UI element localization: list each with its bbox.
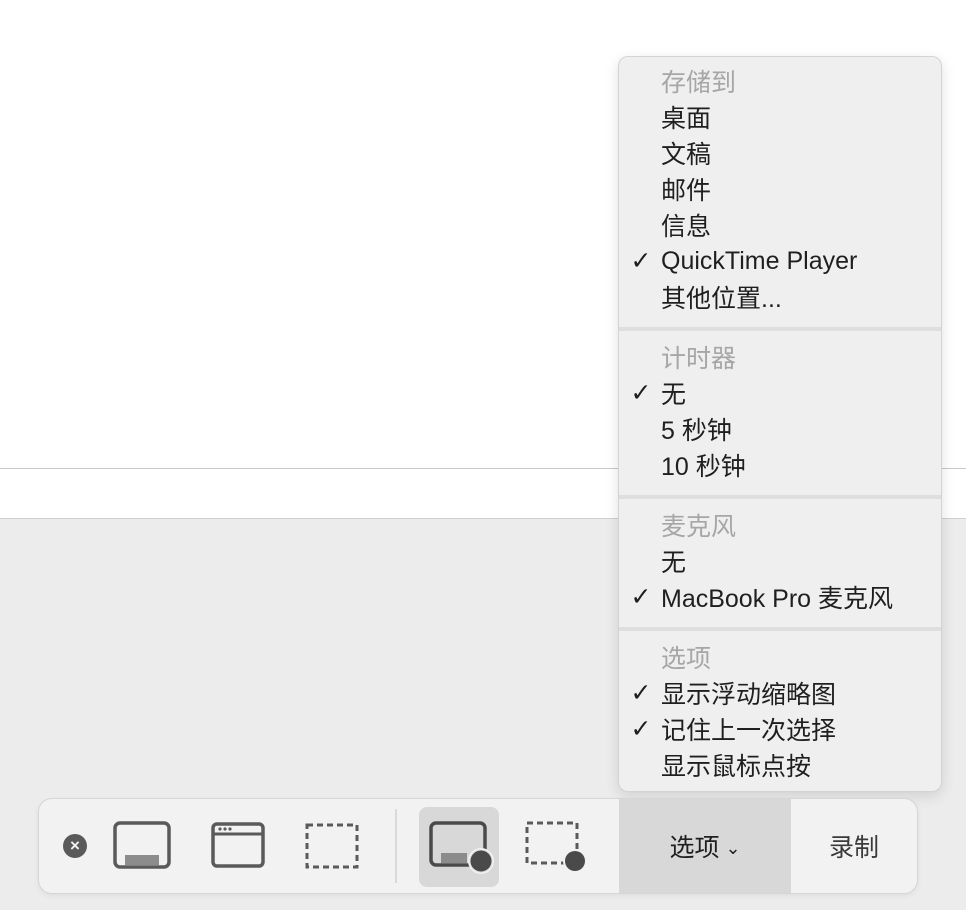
menu-item-label: 10 秒钟	[661, 453, 746, 481]
menu-item-label: 文稿	[661, 141, 712, 169]
menu-item-label: 显示鼠标点按	[661, 753, 812, 781]
menu-item-show-mouse-clicks[interactable]: 显示鼠标点按	[619, 747, 941, 783]
menu-header-options: 选项	[619, 639, 941, 675]
menu-item-timer-none[interactable]: ✓ 无	[619, 375, 941, 411]
menu-header-save-to: 存储到	[619, 63, 941, 99]
menu-header-label: 存储到	[661, 69, 737, 97]
menu-item-desktop[interactable]: 桌面	[619, 99, 941, 135]
menu-item-microphone-none[interactable]: 无	[619, 543, 941, 579]
menu-item-messages[interactable]: 信息	[619, 207, 941, 243]
menu-item-label: 桌面	[661, 105, 712, 133]
menu-item-label: 记住上一次选择	[661, 717, 837, 745]
screenshot-toolbar: × 选项 ⌄ 录制	[38, 798, 918, 894]
menu-item-label: MacBook Pro 麦克风	[661, 585, 894, 613]
menu-separator	[619, 495, 941, 499]
menu-separator	[619, 627, 941, 631]
capture-selection-icon	[305, 823, 359, 869]
menu-item-other-location[interactable]: 其他位置...	[619, 279, 941, 315]
menu-item-macbook-pro-microphone[interactable]: ✓ MacBook Pro 麦克风	[619, 579, 941, 615]
checkmark-icon: ✓	[630, 247, 652, 275]
menu-header-label: 选项	[661, 645, 712, 673]
menu-item-mail[interactable]: 邮件	[619, 171, 941, 207]
menu-item-label: 5 秒钟	[661, 417, 732, 445]
menu-item-label: QuickTime Player	[661, 246, 858, 275]
checkmark-icon: ✓	[630, 715, 652, 743]
capture-selection-button[interactable]	[303, 799, 361, 893]
chevron-down-icon: ⌄	[725, 837, 741, 858]
checkmark-icon: ✓	[630, 679, 652, 707]
menu-item-timer-10s[interactable]: 10 秒钟	[619, 447, 941, 483]
menu-item-label: 无	[661, 381, 687, 409]
menu-separator	[619, 327, 941, 331]
menu-item-quicktime-player[interactable]: ✓ QuickTime Player	[619, 243, 941, 279]
options-button-label: 选项	[669, 834, 720, 862]
capture-window-icon	[211, 822, 265, 868]
menu-item-label: 其他位置...	[661, 285, 782, 313]
checkmark-icon: ✓	[630, 583, 652, 611]
record-button[interactable]: 录制	[791, 799, 917, 893]
menu-item-label: 信息	[661, 213, 712, 241]
capture-entire-screen-button[interactable]	[111, 799, 173, 893]
menu-item-label: 显示浮动缩略图	[661, 681, 837, 709]
options-menu: 存储到 桌面 文稿 邮件 信息 ✓ QuickTime Player 其他位置.…	[618, 56, 942, 792]
close-icon[interactable]: ×	[63, 834, 87, 858]
capture-entire-screen-icon	[113, 821, 171, 869]
capture-window-button[interactable]	[209, 799, 267, 893]
menu-item-label: 邮件	[661, 177, 712, 205]
record-entire-screen-icon	[429, 821, 494, 874]
record-selection-icon	[525, 821, 587, 873]
menu-item-label: 无	[661, 549, 687, 577]
menu-item-timer-5s[interactable]: 5 秒钟	[619, 411, 941, 447]
record-selection-button[interactable]	[525, 799, 589, 893]
record-entire-screen-button[interactable]	[419, 807, 499, 887]
menu-header-microphone: 麦克风	[619, 507, 941, 543]
checkmark-icon: ✓	[630, 379, 652, 407]
menu-header-label: 麦克风	[661, 513, 737, 541]
record-button-label: 录制	[828, 834, 879, 862]
menu-header-label: 计时器	[661, 345, 737, 373]
menu-item-remember-last-selection[interactable]: ✓ 记住上一次选择	[619, 711, 941, 747]
menu-item-show-floating-thumbnail[interactable]: ✓ 显示浮动缩略图	[619, 675, 941, 711]
menu-item-documents[interactable]: 文稿	[619, 135, 941, 171]
options-button[interactable]: 选项 ⌄	[619, 799, 791, 893]
toolbar-divider	[395, 809, 397, 883]
menu-header-timer: 计时器	[619, 339, 941, 375]
